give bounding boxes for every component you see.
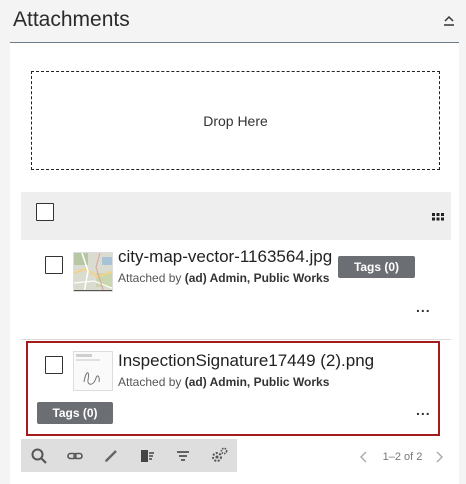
panel-title: Attachments xyxy=(13,8,130,31)
panel-header: Attachments xyxy=(0,0,466,43)
grid-view-icon xyxy=(432,213,444,221)
drop-zone-label: Drop Here xyxy=(203,112,268,129)
chevron-up-icon xyxy=(444,15,454,26)
item-divider xyxy=(21,339,451,340)
link-button[interactable] xyxy=(57,439,93,472)
attached-by-text: Attached by (ad) Admin, Public Works xyxy=(118,271,329,285)
list-item: city-map-vector-1163564.jpg Attached by … xyxy=(21,240,451,340)
attachments-toolbar xyxy=(21,439,237,472)
attached-prefix: Attached by xyxy=(118,375,182,389)
tags-button[interactable]: Tags (0) xyxy=(37,402,113,424)
attachments-body: Drop Here city-map-vector-1163564.jpg At… xyxy=(10,43,459,484)
signature-image-icon xyxy=(74,352,112,390)
attached-by-user: (ad) Admin, Public Works xyxy=(184,271,330,285)
filter-button[interactable] xyxy=(165,439,201,472)
file-name-link[interactable]: city-map-vector-1163564.jpg xyxy=(118,247,332,267)
attached-by-user: (ad) Admin, Public Works xyxy=(184,375,330,389)
settings-icon xyxy=(212,447,228,462)
list-item: InspectionSignature17449 (2).png Attache… xyxy=(21,341,451,437)
signature-thumbnail[interactable] xyxy=(73,351,113,391)
more-options-button[interactable]: ... xyxy=(416,299,431,315)
page-range-label: 1–2 of 2 xyxy=(382,451,423,463)
chevron-left-icon xyxy=(360,451,367,463)
attachments-panel: Attachments Drop Here city-map-vector-11… xyxy=(0,0,466,484)
prev-page-button[interactable] xyxy=(360,450,370,464)
edit-button[interactable] xyxy=(93,439,129,472)
collapse-button[interactable] xyxy=(442,14,456,28)
attached-by-text: Attached by (ad) Admin, Public Works xyxy=(118,375,329,389)
filter-icon xyxy=(177,450,189,461)
settings-button[interactable] xyxy=(201,439,237,472)
item-checkbox[interactable] xyxy=(45,356,63,374)
drop-zone[interactable]: Drop Here xyxy=(31,71,440,170)
pencil-icon xyxy=(105,449,117,462)
city-map-thumbnail[interactable] xyxy=(73,252,113,292)
search-icon xyxy=(31,448,47,464)
pagination: 1–2 of 2 xyxy=(360,449,445,465)
map-image-icon xyxy=(74,253,112,291)
delete-icon xyxy=(141,449,154,462)
item-checkbox[interactable] xyxy=(45,256,63,274)
list-header xyxy=(21,192,451,240)
attached-prefix: Attached by xyxy=(118,271,182,285)
select-all-checkbox[interactable] xyxy=(36,203,54,221)
next-page-button[interactable] xyxy=(435,450,445,464)
file-name-link[interactable]: InspectionSignature17449 (2).png xyxy=(118,351,374,371)
chevron-right-icon xyxy=(436,451,443,463)
delete-button[interactable] xyxy=(129,439,165,472)
link-icon xyxy=(67,452,83,459)
search-button[interactable] xyxy=(21,439,57,472)
view-toggle-button[interactable] xyxy=(432,212,444,224)
more-options-button[interactable]: ... xyxy=(416,402,431,418)
tags-button[interactable]: Tags (0) xyxy=(338,256,415,278)
